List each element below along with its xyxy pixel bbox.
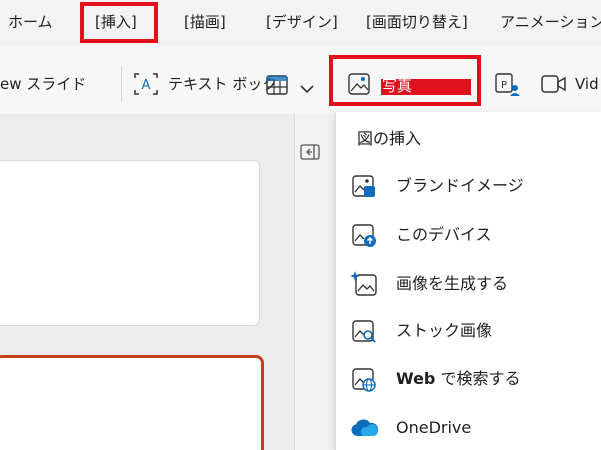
onedrive-icon xyxy=(349,413,379,443)
collapse-left-icon xyxy=(300,144,320,164)
menu-item-onedrive[interactable]: OneDrive xyxy=(349,408,589,448)
video-icon[interactable] xyxy=(541,74,567,94)
stock-image-icon xyxy=(349,316,379,346)
new-slide-button[interactable]: ew スライド xyxy=(0,74,86,94)
ribbon-toolbar: ew スライド A テキスト ボックス P xyxy=(0,46,601,114)
cameo-icon[interactable]: P xyxy=(495,73,521,97)
menu-item-label: 画像を生成する xyxy=(396,274,509,293)
menu-item-label: ストック画像 xyxy=(396,321,493,340)
insert-tab-highlight xyxy=(80,2,158,43)
tab-draw[interactable]: [描画] xyxy=(184,12,226,32)
svg-text:A: A xyxy=(142,78,151,93)
brand-image-icon xyxy=(349,171,379,201)
menu-item-label-rest: で検索する xyxy=(435,369,521,388)
menu-item-label: OneDrive xyxy=(396,418,472,437)
textbox-button[interactable]: テキスト ボックス xyxy=(168,74,278,94)
tab-animations[interactable]: アニメーション xyxy=(500,12,601,32)
menu-item-stock-images[interactable]: ストック画像 xyxy=(349,311,589,351)
toolbar-separator xyxy=(121,66,122,102)
menu-item-label: Web で検索する xyxy=(396,368,520,390)
svg-text:P: P xyxy=(501,80,507,91)
generate-image-icon xyxy=(349,269,379,299)
menu-item-label: このデバイス xyxy=(396,225,492,244)
tab-design[interactable]: [デザイン] xyxy=(266,12,338,32)
collapse-panel-button[interactable] xyxy=(296,142,324,166)
picture-button[interactable]: 写真 xyxy=(382,76,412,96)
slide-thumbnail-selected[interactable] xyxy=(0,355,264,450)
tab-home[interactable]: ホーム xyxy=(8,12,53,32)
menu-item-this-device[interactable]: このデバイス xyxy=(349,215,589,255)
video-button[interactable]: Vid xyxy=(575,74,599,94)
chevron-down-icon[interactable] xyxy=(300,79,314,94)
table-icon[interactable] xyxy=(266,75,288,95)
web-search-image-icon xyxy=(349,364,379,394)
device-upload-icon xyxy=(349,220,379,250)
menu-item-web-search[interactable]: Web で検索する xyxy=(349,359,589,399)
menu-header: 図の挿入 xyxy=(357,129,422,148)
menu-item-generate-image[interactable]: 画像を生成する xyxy=(349,264,589,304)
tab-transitions[interactable]: [画面切り替え] xyxy=(366,12,468,32)
menu-item-label: ブランドイメージ xyxy=(396,176,524,195)
slide-thumbnail[interactable] xyxy=(0,160,260,326)
textbox-icon: A xyxy=(134,73,158,95)
menu-item-brand-image[interactable]: ブランドイメージ xyxy=(349,166,589,206)
menu-item-label-strong: Web xyxy=(396,369,436,388)
